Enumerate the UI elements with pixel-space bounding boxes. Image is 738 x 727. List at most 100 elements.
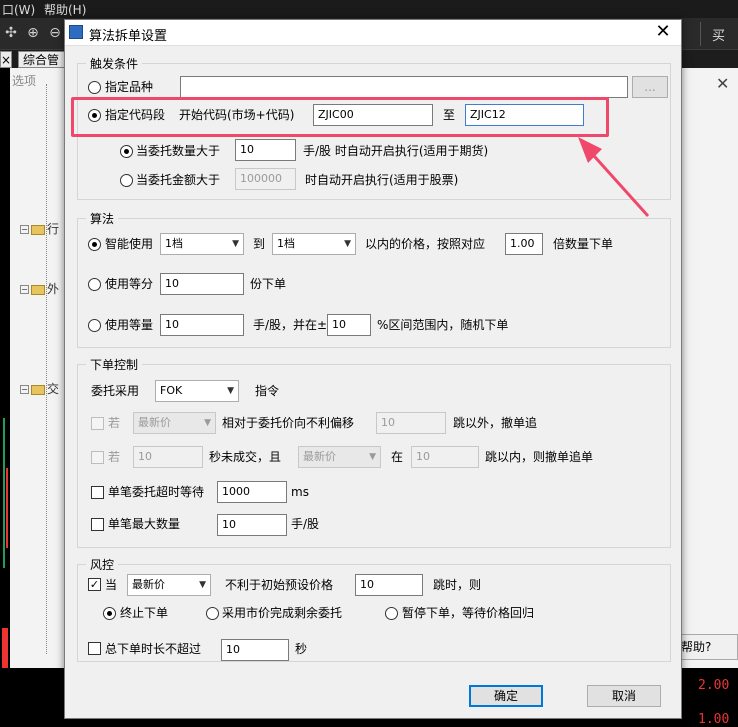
background-right-panel: ✕ bbox=[680, 68, 738, 668]
grid-icon[interactable]: ✣ bbox=[2, 24, 20, 42]
random-range-input[interactable]: 10 bbox=[327, 314, 371, 336]
amount-trigger-input[interactable]: 100000 bbox=[235, 168, 296, 190]
buy-label[interactable]: 买 bbox=[712, 25, 725, 44]
algo-group-title: 算法 bbox=[86, 210, 119, 227]
chevron-down-icon: ▼ bbox=[204, 418, 211, 428]
risk-price-select[interactable]: 最新价 ▼ bbox=[127, 574, 211, 596]
specified-symbol-radio[interactable] bbox=[88, 81, 101, 94]
unfilled-seconds-input[interactable]: 10 bbox=[133, 446, 203, 468]
smart-use-label: 智能使用 bbox=[105, 237, 154, 251]
equal-qty-label: 使用等量 bbox=[105, 318, 154, 332]
qty-trigger-radio[interactable] bbox=[120, 145, 133, 158]
price-value: 2.00 bbox=[698, 678, 730, 693]
smart-use-radio[interactable] bbox=[88, 238, 101, 251]
total-duration-unit: 秒 bbox=[295, 642, 308, 656]
folder-icon bbox=[31, 384, 45, 395]
total-duration-checkbox[interactable] bbox=[88, 642, 101, 655]
chevron-down-icon: ▼ bbox=[344, 239, 351, 249]
max-qty-label: 单笔最大数量 bbox=[108, 517, 181, 531]
deviation-ticks-input[interactable]: 10 bbox=[376, 412, 446, 434]
chevron-down-icon: ▼ bbox=[232, 239, 239, 249]
total-duration-input[interactable]: 10 bbox=[221, 639, 289, 661]
unfilled-suffix: 跳以内，则撤单追单 bbox=[485, 450, 594, 464]
app-icon bbox=[69, 25, 83, 39]
timeout-checkbox[interactable] bbox=[91, 486, 104, 499]
total-duration-label: 总下单时长不超过 bbox=[105, 642, 202, 656]
folder-icon bbox=[31, 284, 45, 295]
menu-help[interactable]: 帮助(H) bbox=[44, 1, 86, 18]
deviation-chase-checkbox[interactable] bbox=[91, 417, 104, 430]
amount-trigger-label: 当委托金额大于 bbox=[136, 173, 221, 187]
ok-button[interactable]: 确定 bbox=[469, 685, 543, 707]
equal-qty-input[interactable]: 10 bbox=[160, 314, 244, 336]
deviation-text: 相对于委托价向不利偏移 bbox=[222, 416, 355, 430]
help-button[interactable]: 帮助? bbox=[676, 634, 738, 660]
smart-from-select[interactable]: 1档 ▼ bbox=[160, 233, 244, 255]
timeout-unit: ms bbox=[291, 485, 309, 499]
multiplier-suffix: 倍数量下单 bbox=[553, 237, 614, 251]
market-complete-label: 采用市价完成剩余委托 bbox=[222, 606, 343, 620]
menu-window[interactable]: 口(W) bbox=[2, 1, 35, 18]
qty-trigger-suffix: 手/股 时自动开启执行(适用于期货) bbox=[303, 144, 489, 158]
tree-folder-foreign[interactable]: − 外 bbox=[20, 280, 59, 297]
equal-parts-radio[interactable] bbox=[88, 278, 101, 291]
folder-icon bbox=[31, 224, 45, 235]
risk-suffix: 跳时，则 bbox=[433, 578, 482, 592]
smart-to-select[interactable]: 1档 ▼ bbox=[272, 233, 356, 255]
tree-folder-trade[interactable]: − 交 bbox=[20, 380, 59, 397]
zoom-out-icon[interactable]: ⊖ bbox=[46, 24, 64, 42]
tree-folder-market[interactable]: − 行 bbox=[20, 220, 59, 237]
equal-parts-suffix: 份下单 bbox=[250, 277, 287, 291]
specified-symbol-label: 指定品种 bbox=[105, 80, 154, 94]
close-icon[interactable]: ✕ bbox=[651, 21, 675, 45]
trigger-group-title: 触发条件 bbox=[86, 55, 143, 72]
equal-qty-radio[interactable] bbox=[88, 319, 101, 332]
entrust-label: 委托采用 bbox=[91, 384, 140, 398]
risk-when-label: 当 bbox=[105, 578, 118, 592]
algo-split-dialog: 算法拆单设置 ✕ 触发条件 指定品种 ... 指定代码段 开始代码(市场+代码)… bbox=[64, 19, 682, 719]
risk-group-title: 风控 bbox=[86, 556, 119, 573]
tab-overview[interactable]: 综合管 bbox=[18, 51, 68, 68]
amount-trigger-radio[interactable] bbox=[120, 174, 133, 187]
specified-symbol-field[interactable] bbox=[180, 76, 628, 98]
pause-order-radio[interactable] bbox=[385, 607, 398, 620]
timeout-input[interactable]: 1000 bbox=[217, 481, 287, 503]
unfilled-price-select[interactable]: 最新价 ▼ bbox=[298, 446, 381, 468]
chevron-down-icon: ▼ bbox=[199, 580, 206, 590]
risk-ticks-input[interactable]: 10 bbox=[355, 574, 423, 596]
market-complete-radio[interactable] bbox=[206, 607, 219, 620]
panel-close-icon[interactable]: ✕ bbox=[716, 74, 729, 93]
stop-order-radio[interactable] bbox=[103, 607, 116, 620]
max-qty-input[interactable]: 10 bbox=[217, 514, 287, 536]
qty-trigger-input[interactable]: 10 bbox=[235, 139, 296, 161]
stop-order-label: 终止下单 bbox=[120, 606, 169, 620]
background-chart-strip bbox=[0, 68, 10, 727]
entrust-type-select[interactable]: FOK ▼ bbox=[155, 380, 239, 402]
chevron-down-icon: ▼ bbox=[227, 386, 234, 396]
instruction-label: 指令 bbox=[255, 384, 280, 398]
equal-qty-mid: 手/股，并在± bbox=[253, 318, 328, 332]
unfilled-in-label: 在 bbox=[391, 450, 404, 464]
deviation-suffix: 跳以外，撤单追 bbox=[453, 416, 538, 430]
max-qty-checkbox[interactable] bbox=[91, 518, 104, 531]
browse-button[interactable]: ... bbox=[632, 76, 668, 98]
unfilled-text: 秒未成交，且 bbox=[209, 450, 282, 464]
dialog-titlebar: 算法拆单设置 ✕ bbox=[65, 20, 681, 46]
unfilled-ticks-input[interactable]: 10 bbox=[411, 446, 479, 468]
unfilled-chase-checkbox[interactable] bbox=[91, 451, 104, 464]
dialog-title: 算法拆单设置 bbox=[89, 29, 168, 44]
price-text: 以内的价格，按照对应 bbox=[365, 237, 486, 251]
order-control-group-title: 下单控制 bbox=[86, 356, 143, 373]
timeout-label: 单笔委托超时等待 bbox=[108, 485, 205, 499]
multiplier-input[interactable]: 1.00 bbox=[505, 233, 543, 255]
zoom-in-icon[interactable]: ⊕ bbox=[24, 24, 42, 42]
risk-when-checkbox[interactable]: ✓ bbox=[88, 578, 101, 591]
amount-trigger-suffix: 时自动开启执行(适用于股票) bbox=[305, 173, 459, 187]
tab-close-icon[interactable]: × bbox=[0, 51, 12, 68]
background-menubar: 口(W) 帮助(H) bbox=[0, 0, 738, 18]
equal-parts-input[interactable]: 10 bbox=[160, 273, 244, 295]
random-range-suffix: %区间范围内，随机下单 bbox=[377, 318, 509, 332]
price-value: 1.00 bbox=[698, 712, 730, 727]
cancel-button[interactable]: 取消 bbox=[587, 685, 661, 707]
deviation-price-select[interactable]: 最新价 ▼ bbox=[133, 412, 216, 434]
